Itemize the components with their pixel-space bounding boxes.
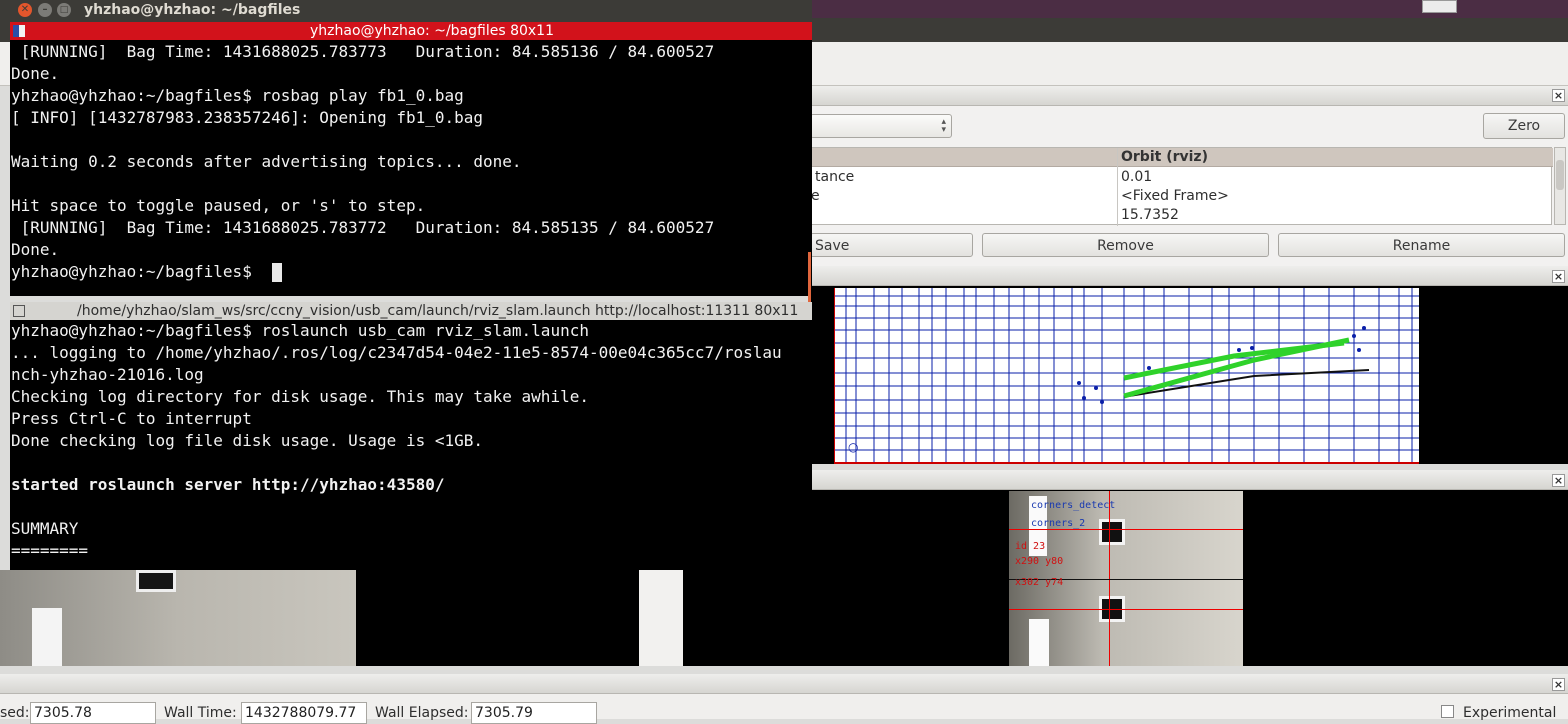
terminal1-body[interactable]: [RUNNING] Bag Time: 1431688025.783773 Du… <box>10 40 812 296</box>
terminal-line: Done. <box>11 240 60 259</box>
terminal-split-icon <box>13 25 25 37</box>
row-name: tance <box>815 169 855 185</box>
terminal-line: ======== <box>11 541 89 560</box>
combo-arrows-icon: ▴ ▾ <box>941 117 946 135</box>
close-window-icon[interactable]: ✕ <box>18 3 32 17</box>
terminal-line: Hit space to toggle paused, or 's' to st… <box>11 196 426 215</box>
wall-time-field[interactable]: 1432788079.77 <box>241 702 367 724</box>
terminal-title-bar[interactable]: ✕ – □ yhzhao@yhzhao: ~/bagfiles <box>0 0 812 22</box>
rename-button[interactable]: Rename <box>1278 233 1565 257</box>
close-icon[interactable]: × <box>1552 474 1565 487</box>
terminal-line: Checking log directory for disk usage. T… <box>11 387 589 406</box>
row-name: e <box>811 188 820 204</box>
minimize-window-icon[interactable]: – <box>38 3 52 17</box>
red-hline <box>1009 529 1243 530</box>
terminal1-tab-bar[interactable]: yhzhao@yhzhao: ~/bagfiles 80x11 <box>10 22 812 40</box>
save-button[interactable]: Save <box>810 233 973 257</box>
experimental-checkbox[interactable] <box>1441 705 1454 718</box>
text-cursor <box>272 263 282 282</box>
terminal1-tab-title: yhzhao@yhzhao: ~/bagfiles 80x11 <box>310 23 554 39</box>
view-properties-table: Orbit (rviz) tance 0.01 e <Fixed Frame> … <box>810 147 1553 226</box>
table-header-value: Orbit (rviz) <box>1121 149 1208 165</box>
terminal2-tab-bar[interactable]: /home/yhzhao/slam_ws/src/ccny_vision/usb… <box>10 302 812 320</box>
row-value: 15.7352 <box>1121 207 1179 223</box>
scrollbar-thumb[interactable] <box>1556 160 1564 190</box>
views-panel-header: × <box>810 86 1568 106</box>
splitter[interactable] <box>639 570 683 666</box>
terminal-line: nch-yhzhao-21016.log <box>11 365 204 384</box>
dark-area <box>356 570 639 666</box>
time-panel-header: × <box>0 674 1568 694</box>
terminal-window: ✕ – □ yhzhao@yhzhao: ~/bagfiles yhzhao@y… <box>0 0 812 570</box>
terminal-line: yhzhao@yhzhao:~/bagfiles$ rosbag play fb… <box>11 86 464 105</box>
time-panel-body: sed: 7305.78 Wall Time: 1432788079.77 Wa… <box>0 694 1568 724</box>
table-row[interactable]: e <Fixed Frame> <box>811 187 1553 206</box>
image-panel-header: × <box>810 470 1568 490</box>
terminal-line: Waiting 0.2 seconds after advertising to… <box>11 152 522 171</box>
row-value: 0.01 <box>1121 169 1153 185</box>
row-value: <Fixed Frame> <box>1121 188 1229 204</box>
light-fixture <box>1029 619 1049 666</box>
overlay-text: corners_detect <box>1031 500 1116 511</box>
views-panel-body: ▴ ▾ Zero Orbit (rviz) tance 0.01 e <Fixed… <box>810 106 1568 266</box>
view-type-combobox[interactable]: ▴ ▾ <box>810 114 952 138</box>
terminal-line: ... logging to /home/yhzhao/.ros/log/c23… <box>11 343 782 362</box>
red-hline <box>1009 609 1243 610</box>
terminal-prompt: yhzhao@yhzhao:~/bagfiles$ <box>11 262 262 281</box>
tray-icon[interactable] <box>1422 0 1457 13</box>
table-scrollbar[interactable] <box>1554 147 1566 225</box>
terminal-line: yhzhao@yhzhao:~/bagfiles$ roslaunch usb_… <box>11 321 589 340</box>
zero-button[interactable]: Zero <box>1483 113 1565 139</box>
remove-button[interactable]: Remove <box>982 233 1269 257</box>
elapsed-field[interactable]: 7305.78 <box>30 702 156 724</box>
marker-tag <box>136 570 176 592</box>
wall-elapsed-field[interactable]: 7305.79 <box>471 702 597 724</box>
light-fixture <box>32 608 62 666</box>
terminal-line: [RUNNING] Bag Time: 1431688025.783773 Du… <box>11 42 715 61</box>
render-3d-view[interactable]: ○ <box>834 288 1419 464</box>
close-icon[interactable]: × <box>1552 89 1565 102</box>
terminal-line: Done. <box>11 64 60 83</box>
terminal-bold-line: started roslaunch server http://yhzhao:4… <box>11 475 445 494</box>
overlay-text: id 23 <box>1015 541 1046 552</box>
close-icon[interactable]: × <box>1552 270 1565 283</box>
maximize-window-icon[interactable]: □ <box>57 3 71 17</box>
overlay-text: x290 y80 <box>1015 556 1064 567</box>
left-camera-image <box>0 570 356 666</box>
render-panel-header: × <box>810 266 1568 286</box>
terminal-split-icon <box>13 305 25 317</box>
table-row[interactable]: 15.7352 <box>811 206 1553 225</box>
camera-image: corners_detect corners_2 id 23 x290 y80 … <box>1009 491 1243 666</box>
terminal-line: Done checking log file disk usage. Usage… <box>11 431 484 450</box>
terminal2-tab-title: /home/yhzhao/slam_ws/src/ccny_vision/usb… <box>77 303 799 319</box>
terminal-line: SUMMARY <box>11 519 79 538</box>
terminal2-body[interactable]: yhzhao@yhzhao:~/bagfiles$ roslaunch usb_… <box>10 320 812 570</box>
close-icon[interactable]: × <box>1552 678 1565 691</box>
terminal-line: [ INFO] [1432787983.238357246]: Opening … <box>11 108 484 127</box>
window-title: yhzhao@yhzhao: ~/bagfiles <box>84 2 301 18</box>
terminal-line: [RUNNING] Bag Time: 1431688025.783772 Du… <box>11 218 715 237</box>
marker-tag <box>1099 519 1125 545</box>
table-row[interactable]: tance 0.01 <box>811 168 1553 187</box>
svg-text:○: ○ <box>848 440 858 454</box>
overlay-text: x302 y74 <box>1015 577 1064 588</box>
terminal-line: Press Ctrl-C to interrupt <box>11 409 252 428</box>
overlay-text: corners_2 <box>1031 518 1086 529</box>
